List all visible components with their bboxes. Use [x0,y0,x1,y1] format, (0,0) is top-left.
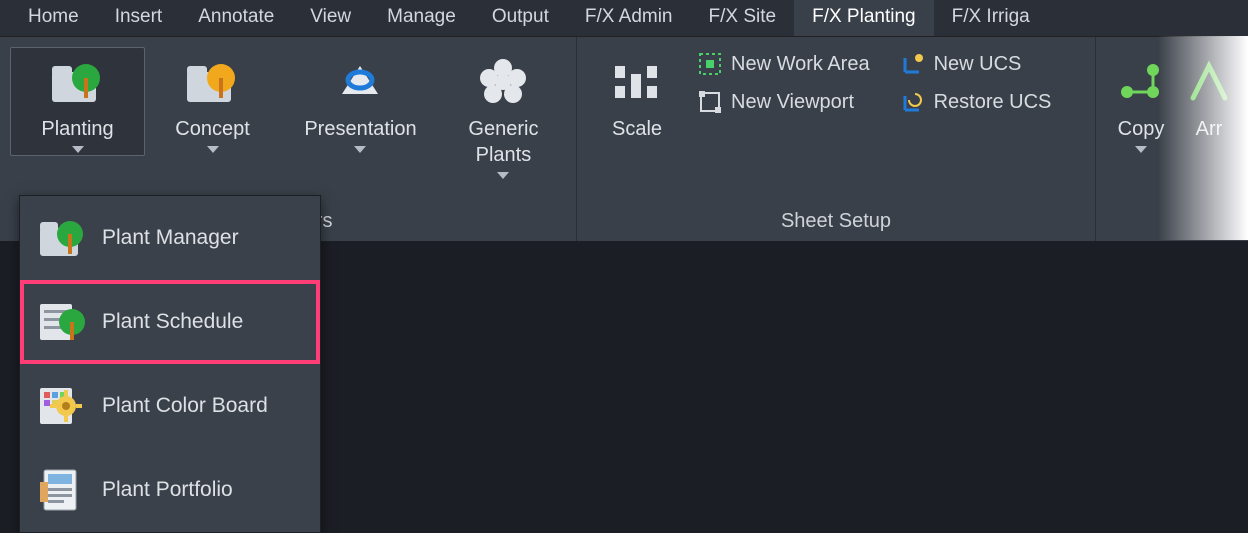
panel-modify-title [1096,227,1248,241]
tab-view[interactable]: View [292,0,369,36]
dropdown-arrow-icon [1135,146,1147,153]
concept-button[interactable]: Concept [145,47,280,156]
planting-dropdown: Plant Manager Plant Schedule [19,195,321,533]
restore-ucs-label: Restore UCS [934,91,1052,114]
scale-icon [605,54,669,110]
generic-plants-label: Generic Plants [444,116,563,168]
menu-tabstrip: Home Insert Annotate View Manage Output … [0,0,1248,36]
panel-modify: Copy Arr [1096,37,1248,241]
generic-plant-icon [471,54,535,110]
dropdown-arrow-icon [72,146,84,153]
concept-label: Concept [175,116,250,142]
new-work-area-label: New Work Area [731,53,870,76]
tab-fx-site[interactable]: F/X Site [691,0,795,36]
panel-sheet-setup: Scale New Work Area New Viewport [577,37,1096,241]
plant-color-board-icon [38,382,86,430]
scale-label: Scale [612,116,662,142]
tab-output[interactable]: Output [474,0,567,36]
panel-sheet-setup-title: Sheet Setup [577,204,1095,241]
menu-plant-manager[interactable]: Plant Manager [20,196,320,280]
tab-insert[interactable]: Insert [97,0,181,36]
tab-annotate[interactable]: Annotate [180,0,292,36]
restore-ucs-button[interactable]: Restore UCS [894,87,1058,117]
menu-plant-schedule[interactable]: Plant Schedule [20,280,320,364]
presentation-label: Presentation [304,116,416,142]
presentation-button[interactable]: Presentation [280,47,441,156]
presentation-icon [328,54,392,110]
tab-fx-irrigation[interactable]: F/X Irriga [934,0,1048,36]
tab-home[interactable]: Home [10,0,97,36]
array-icon [1177,54,1241,110]
dropdown-arrow-icon [497,172,509,179]
plant-portfolio-label: Plant Portfolio [102,478,233,502]
plant-schedule-label: Plant Schedule [102,310,243,334]
restore-ucs-icon [900,89,926,115]
new-ucs-label: New UCS [934,53,1022,76]
new-work-area-icon [697,51,723,77]
menu-plant-color-board[interactable]: Plant Color Board [20,364,320,448]
tab-fx-planting[interactable]: F/X Planting [794,0,934,36]
plant-color-board-label: Plant Color Board [102,394,268,418]
planting-label: Planting [41,116,113,142]
dropdown-arrow-icon [207,146,219,153]
tab-fx-admin[interactable]: F/X Admin [567,0,691,36]
plant-schedule-icon [38,298,86,346]
planting-button[interactable]: Planting [10,47,145,156]
plant-manager-label: Plant Manager [102,226,239,250]
plant-manager-icon [38,214,86,262]
plant-portfolio-icon [38,466,86,514]
new-ucs-button[interactable]: New UCS [894,49,1058,79]
planting-folder-icon [46,54,110,110]
tab-manage[interactable]: Manage [369,0,474,36]
generic-plants-button[interactable]: Generic Plants [441,47,566,182]
new-ucs-icon [900,51,926,77]
new-viewport-icon [697,89,723,115]
scale-button[interactable]: Scale [587,47,687,145]
new-viewport-button[interactable]: New Viewport [691,87,876,117]
menu-plant-portfolio[interactable]: Plant Portfolio [20,448,320,532]
array-label: Arr [1196,116,1223,142]
copy-icon [1109,54,1173,110]
dropdown-arrow-icon [354,146,366,153]
concept-folder-icon [181,54,245,110]
new-viewport-label: New Viewport [731,91,854,114]
copy-label: Copy [1118,116,1165,142]
new-work-area-button[interactable]: New Work Area [691,49,876,79]
copy-button[interactable]: Copy [1106,47,1176,156]
array-button[interactable]: Arr [1176,47,1242,145]
